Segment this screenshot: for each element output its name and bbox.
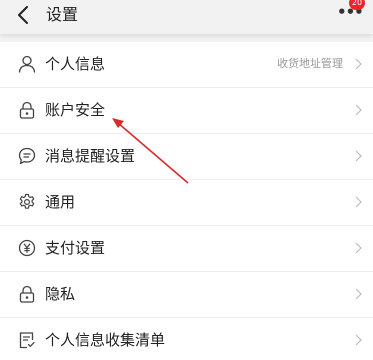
lock-icon (19, 101, 35, 119)
settings-item-label: 隐私 (45, 285, 76, 303)
lock-icon (19, 285, 35, 303)
chevron-left-icon (18, 6, 28, 24)
person-icon (18, 55, 36, 73)
chevron-right-icon (355, 58, 362, 70)
chat-bubble-icon (18, 147, 36, 165)
settings-item-general[interactable]: 通用 (0, 180, 373, 226)
settings-item-label: 账户安全 (45, 101, 106, 119)
chevron-right-icon (355, 196, 362, 208)
back-button[interactable] (10, 3, 36, 27)
settings-list: 个人信息 收货地址管理 账户安全 消息提醒设置 通用 支付设置 隐私 个人信息收… (0, 42, 373, 360)
top-bar: 设置 ••• 20 (0, 0, 373, 34)
settings-item-label: 消息提醒设置 (45, 147, 136, 165)
gear-icon (19, 193, 35, 209)
settings-item-personal-info[interactable]: 个人信息 收货地址管理 (0, 42, 373, 88)
chevron-right-icon (355, 288, 362, 300)
chevron-right-icon (355, 104, 362, 116)
settings-item-account-security[interactable]: 账户安全 (0, 88, 373, 134)
more-button[interactable]: ••• 20 (337, 0, 365, 28)
address-management-link[interactable]: 收货地址管理 (277, 57, 343, 71)
settings-page: 设置 ••• 20 个人信息 收货地址管理 账户安全 消息提醒设置 通用 支付设… (0, 0, 373, 360)
chevron-right-icon (355, 334, 362, 346)
settings-item-label: 个人信息收集清单 (45, 331, 166, 349)
settings-item-payment[interactable]: 支付设置 (0, 226, 373, 272)
page-title: 设置 (46, 5, 79, 24)
chevron-right-icon (355, 242, 362, 254)
settings-item-label: 个人信息 (45, 55, 106, 73)
chevron-right-icon (355, 150, 362, 162)
settings-item-label: 通用 (45, 193, 76, 211)
yuan-icon (18, 239, 36, 257)
settings-item-privacy[interactable]: 隐私 (0, 272, 373, 318)
checklist-icon (19, 332, 35, 349)
settings-item-label: 支付设置 (45, 239, 106, 257)
settings-item-notification[interactable]: 消息提醒设置 (0, 134, 373, 180)
settings-item-data-collection[interactable]: 个人信息收集清单 (0, 318, 373, 360)
